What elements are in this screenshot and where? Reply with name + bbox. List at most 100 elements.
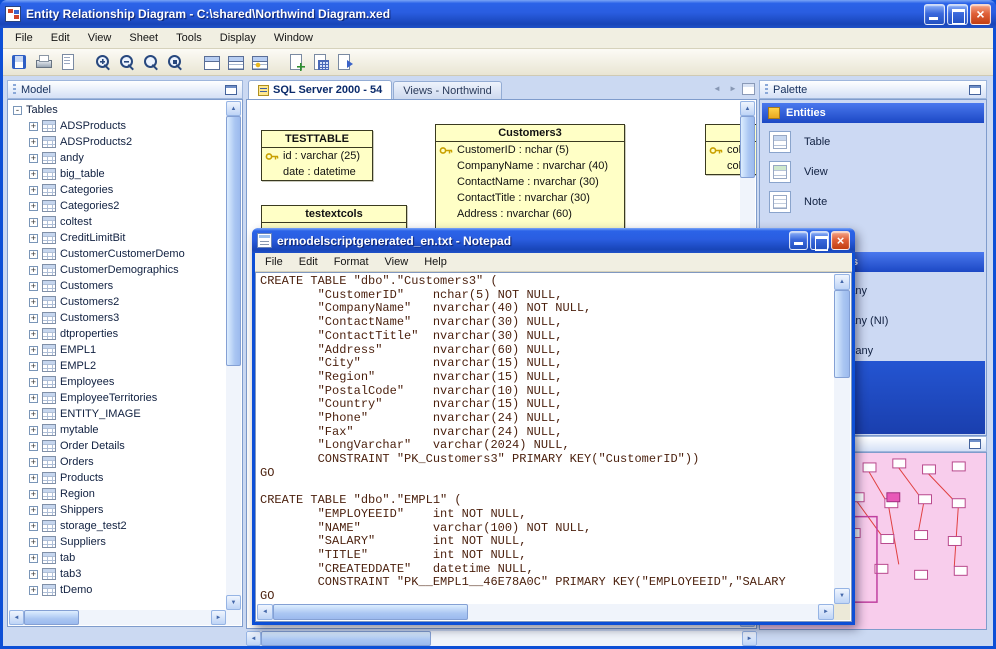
help-menu[interactable]: Help [416, 254, 455, 270]
tree-item[interactable]: CustomerDemographics [9, 262, 226, 278]
tab-scroll-left-icon[interactable] [710, 82, 724, 96]
expand-icon[interactable] [29, 393, 38, 403]
scroll-up-button[interactable] [740, 101, 755, 116]
expand-icon[interactable] [29, 505, 38, 515]
tree-item[interactable]: Products [9, 470, 226, 486]
scroll-up-button[interactable] [226, 101, 241, 116]
scrollbar-thumb[interactable] [834, 290, 850, 378]
canvas-horizontal-scrollbar[interactable] [246, 631, 757, 646]
collapse-icon[interactable] [13, 105, 22, 115]
tree-item[interactable]: EMPL2 [9, 358, 226, 374]
expand-icon[interactable] [29, 409, 38, 419]
expand-icon[interactable] [29, 297, 38, 307]
key-level-icon[interactable] [249, 52, 270, 72]
edit-menu[interactable]: Edit [42, 29, 79, 47]
tab-scroll-right-icon[interactable] [726, 82, 740, 96]
tree-item[interactable]: Suppliers [9, 534, 226, 550]
scrollbar-track[interactable] [226, 116, 241, 595]
scroll-up-button[interactable] [834, 274, 850, 290]
close-button[interactable] [831, 231, 850, 250]
zoom-in-icon[interactable] [93, 52, 114, 72]
expand-icon[interactable] [29, 217, 38, 227]
scroll-down-button[interactable] [834, 588, 850, 604]
expand-icon[interactable] [29, 121, 38, 131]
expand-icon[interactable] [29, 361, 38, 371]
entity-field[interactable]: CustomerID : nchar (5) [436, 142, 624, 158]
tree-item[interactable]: dtproperties [9, 326, 226, 342]
expand-icon[interactable] [29, 425, 38, 435]
float-panel-icon[interactable] [225, 84, 237, 95]
print-icon[interactable] [33, 52, 54, 72]
zoom-out-icon[interactable] [117, 52, 138, 72]
expand-icon[interactable] [29, 457, 38, 467]
entity-title[interactable]: Customers3 [436, 125, 624, 142]
sheet-tab[interactable]: SQL Server 2000 - 54 [248, 80, 393, 99]
notepad-horizontal-scrollbar[interactable] [257, 604, 834, 620]
tree-item[interactable]: EmployeeTerritories [9, 390, 226, 406]
print-preview-icon[interactable] [57, 52, 78, 72]
scroll-left-button[interactable] [246, 631, 261, 646]
zoom-fit-icon[interactable] [165, 52, 186, 72]
tools-menu[interactable]: Tools [167, 29, 211, 47]
maximize-button[interactable] [810, 231, 829, 251]
expand-icon[interactable] [29, 329, 38, 339]
expand-icon[interactable] [29, 489, 38, 499]
expand-icon[interactable] [29, 537, 38, 547]
expand-icon[interactable] [29, 185, 38, 195]
scrollbar-track[interactable] [834, 290, 850, 588]
display-menu[interactable]: Display [211, 29, 265, 47]
scroll-left-button[interactable] [9, 610, 24, 625]
entity-testtable[interactable]: TESTTABLE id : varchar (25) date : datet… [261, 130, 373, 181]
add-sheet-icon[interactable] [285, 52, 306, 72]
scroll-right-button[interactable] [742, 631, 757, 646]
sheet-menu[interactable]: Sheet [120, 29, 167, 47]
expand-icon[interactable] [29, 313, 38, 323]
expand-icon[interactable] [29, 585, 38, 595]
expand-icon[interactable] [29, 233, 38, 243]
entity-field[interactable]: id : varchar (25) [262, 148, 372, 164]
tree-item[interactable]: ADSProducts [9, 118, 226, 134]
sheet-grid-icon[interactable] [309, 52, 330, 72]
notepad-text[interactable]: CREATE TABLE "dbo"."Customers3" ( "Custo… [257, 274, 834, 604]
tree-item[interactable]: big_table [9, 166, 226, 182]
scrollbar-track[interactable] [261, 631, 742, 646]
tree-item[interactable]: CreditLimitBit [9, 230, 226, 246]
tab-list-icon[interactable] [742, 83, 755, 95]
expand-icon[interactable] [29, 569, 38, 579]
entity-title[interactable]: TESTTABLE [262, 131, 372, 148]
entity-field[interactable]: CompanyName : nvarchar (40) [436, 158, 624, 174]
save-icon[interactable] [9, 52, 30, 72]
expand-icon[interactable] [29, 441, 38, 451]
scrollbar-track[interactable] [273, 604, 818, 620]
file-menu[interactable]: File [6, 29, 42, 47]
tree-item[interactable]: tab [9, 550, 226, 566]
tree-item[interactable]: tDemo [9, 582, 226, 598]
tree-item[interactable]: Orders [9, 454, 226, 470]
tree-item[interactable]: Customers2 [9, 294, 226, 310]
tree-item[interactable]: Employees [9, 374, 226, 390]
entity-field[interactable]: date : datetime [262, 164, 372, 180]
view-menu[interactable]: View [79, 29, 121, 47]
tree-item[interactable]: andy [9, 150, 226, 166]
zoom-actual-icon[interactable] [141, 52, 162, 72]
minimize-button[interactable] [924, 3, 945, 25]
note-palette-item[interactable]: Note [760, 187, 986, 217]
expand-icon[interactable] [29, 345, 38, 355]
expand-icon[interactable] [29, 153, 38, 163]
scroll-right-button[interactable] [211, 610, 226, 625]
expand-icon[interactable] [29, 265, 38, 275]
file-menu[interactable]: File [257, 254, 291, 270]
scrollbar-thumb[interactable] [273, 604, 468, 620]
tree-item[interactable]: EMPL1 [9, 342, 226, 358]
entity-field[interactable]: ContactName : nvarchar (30) [436, 174, 624, 190]
entity-level-icon[interactable] [201, 52, 222, 72]
close-button[interactable] [970, 3, 991, 25]
tree-item[interactable]: tab3 [9, 566, 226, 582]
tree-item[interactable]: Shippers [9, 502, 226, 518]
scrollbar-thumb[interactable] [24, 610, 79, 625]
tree-item[interactable]: ENTITY_IMAGE [9, 406, 226, 422]
scrollbar-thumb[interactable] [261, 631, 431, 646]
entity-field[interactable]: Address : nvarchar (60) [436, 206, 624, 222]
sheet-export-icon[interactable] [333, 52, 354, 72]
attribute-level-icon[interactable] [225, 52, 246, 72]
